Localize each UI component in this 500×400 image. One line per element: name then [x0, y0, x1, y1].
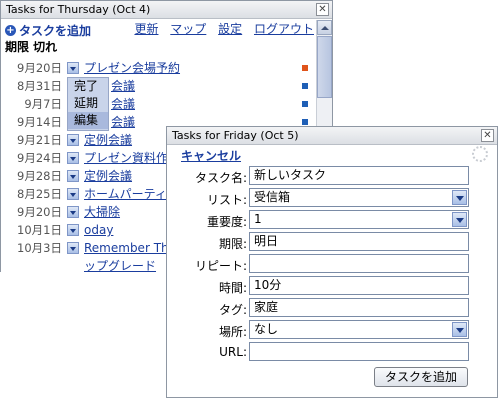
task-dropdown-button[interactable]: [67, 62, 79, 74]
list-row: リスト: 受信箱: [167, 188, 499, 208]
task-due-date: 9月21日: [17, 133, 62, 147]
task-row: 9月7日 会議: [1, 95, 316, 113]
tags-row: タグ: 家庭: [167, 298, 499, 318]
due-row: 期限: 明日: [167, 232, 499, 252]
priority-marker: [302, 83, 308, 89]
toolbar-links: 更新 マップ 設定 ログアウト: [126, 20, 314, 38]
task-row: 8月31日 会議: [1, 77, 316, 95]
task-due-date: 9月7日: [24, 97, 62, 111]
task-name-link[interactable]: Remember The: [84, 239, 176, 257]
overdue-section-title: 期限 切れ: [5, 40, 58, 54]
task-name-link[interactable]: ップグレード: [84, 257, 156, 275]
cancel-link[interactable]: キャンセル: [181, 147, 241, 164]
task-name-link[interactable]: 会議: [111, 95, 135, 113]
menu-item-edit[interactable]: 編集: [68, 112, 108, 129]
settings-link[interactable]: 設定: [218, 22, 242, 36]
menu-item-postpone[interactable]: 延期: [68, 95, 108, 112]
chevron-down-icon[interactable]: [452, 322, 467, 337]
task-name-link[interactable]: ホームパーティ: [84, 185, 167, 203]
task-name-link[interactable]: 会議: [111, 113, 135, 131]
plus-icon: +: [5, 25, 16, 36]
loading-spinner-icon: [472, 146, 488, 162]
location-label: 場所:: [218, 325, 247, 339]
task-name-link[interactable]: 大掃除: [84, 203, 120, 221]
add-task-link[interactable]: + タスクを追加: [5, 22, 91, 40]
task-name-row: タスク名: 新しいタスク: [167, 166, 499, 186]
task-action-menu: 完了 延期 編集: [67, 77, 109, 131]
priority-label: 重要度:: [206, 215, 247, 229]
refresh-link[interactable]: 更新: [134, 22, 158, 36]
task-name-link[interactable]: プレゼン資料作: [84, 149, 168, 167]
priority-marker: [302, 101, 308, 107]
add-task-button[interactable]: タスクを追加: [374, 367, 468, 387]
task-dropdown-button[interactable]: [67, 224, 79, 236]
url-label: URL:: [219, 345, 247, 359]
repeat-row: リピート:: [167, 254, 499, 274]
tags-input[interactable]: 家庭: [249, 298, 469, 317]
url-row: URL:: [167, 342, 499, 362]
task-due-date: 9月20日: [17, 205, 62, 219]
task-due-date: 8月31日: [17, 79, 62, 93]
due-label: 期限:: [218, 237, 247, 251]
task-name-label: タスク名:: [194, 171, 247, 185]
add-task-form: キャンセル タスク名: 新しいタスク リスト: 受信箱 重要度: 1 期限: 明…: [167, 146, 497, 397]
task-dropdown-button[interactable]: [67, 188, 79, 200]
logout-link[interactable]: ログアウト: [254, 22, 314, 36]
thursday-titlebar: Tasks for Thursday (Oct 4) ✕: [1, 1, 332, 19]
friday-tasks-window: Tasks for Friday (Oct 5) ✕ キャンセル タスク名: 新…: [166, 126, 498, 398]
priority-select[interactable]: 1: [249, 210, 469, 229]
friday-close-button[interactable]: ✕: [481, 129, 494, 142]
task-due-date: 10月3日: [17, 241, 62, 255]
task-name-link[interactable]: 定例会議: [84, 131, 132, 149]
scroll-up-arrow-icon[interactable]: [317, 20, 332, 35]
task-due-date: 9月20日: [17, 61, 62, 75]
repeat-label: リピート:: [194, 259, 247, 273]
task-name-input[interactable]: 新しいタスク: [249, 166, 469, 185]
due-input[interactable]: 明日: [249, 232, 469, 251]
priority-row: 重要度: 1: [167, 210, 499, 230]
task-due-date: 10月1日: [17, 223, 62, 237]
thursday-toolbar: + タスクを追加 更新 マップ 設定 ログアウト: [1, 20, 316, 38]
add-task-label: タスクを追加: [19, 23, 92, 38]
task-due-date: 8月25日: [17, 187, 62, 201]
priority-marker: [302, 65, 308, 71]
friday-titlebar: Tasks for Friday (Oct 5) ✕: [167, 127, 497, 145]
task-dropdown-button[interactable]: [67, 242, 79, 254]
task-dropdown-button[interactable]: [67, 152, 79, 164]
repeat-input[interactable]: [249, 254, 469, 273]
task-dropdown-button[interactable]: [67, 206, 79, 218]
estimate-label: 時間:: [218, 281, 247, 295]
friday-title: Tasks for Friday (Oct 5): [172, 129, 299, 142]
task-name-link[interactable]: 会議: [111, 77, 135, 95]
tags-label: タグ:: [218, 303, 247, 317]
task-name-link[interactable]: プレゼン会場予約: [84, 59, 180, 77]
list-label: リスト:: [206, 193, 247, 207]
location-row: 場所: なし: [167, 320, 499, 340]
task-row: 9月20日 プレゼン会場予約: [1, 59, 316, 77]
task-due-date: 9月24日: [17, 151, 62, 165]
estimate-row: 時間: 10分: [167, 276, 499, 296]
task-dropdown-button[interactable]: [67, 170, 79, 182]
map-link[interactable]: マップ: [170, 22, 206, 36]
priority-marker: [302, 119, 308, 125]
priority-select-value: 1: [254, 212, 262, 226]
chevron-down-icon[interactable]: [452, 190, 467, 205]
list-select-value: 受信箱: [254, 190, 291, 204]
list-select[interactable]: 受信箱: [249, 188, 469, 207]
url-input[interactable]: [249, 342, 469, 361]
location-select-value: なし: [254, 322, 279, 336]
location-select[interactable]: なし: [249, 320, 469, 339]
estimate-input[interactable]: 10分: [249, 276, 469, 295]
task-dropdown-button[interactable]: [67, 134, 79, 146]
chevron-down-icon[interactable]: [452, 212, 467, 227]
menu-item-complete[interactable]: 完了: [68, 78, 108, 95]
task-name-link[interactable]: oday: [84, 221, 113, 239]
task-due-date: 9月28日: [17, 169, 62, 183]
scroll-thumb[interactable]: [317, 36, 332, 98]
task-name-link[interactable]: 定例会議: [84, 167, 132, 185]
thursday-close-button[interactable]: ✕: [316, 3, 329, 16]
thursday-title: Tasks for Thursday (Oct 4): [6, 3, 151, 16]
task-due-date: 9月14日: [17, 115, 62, 129]
